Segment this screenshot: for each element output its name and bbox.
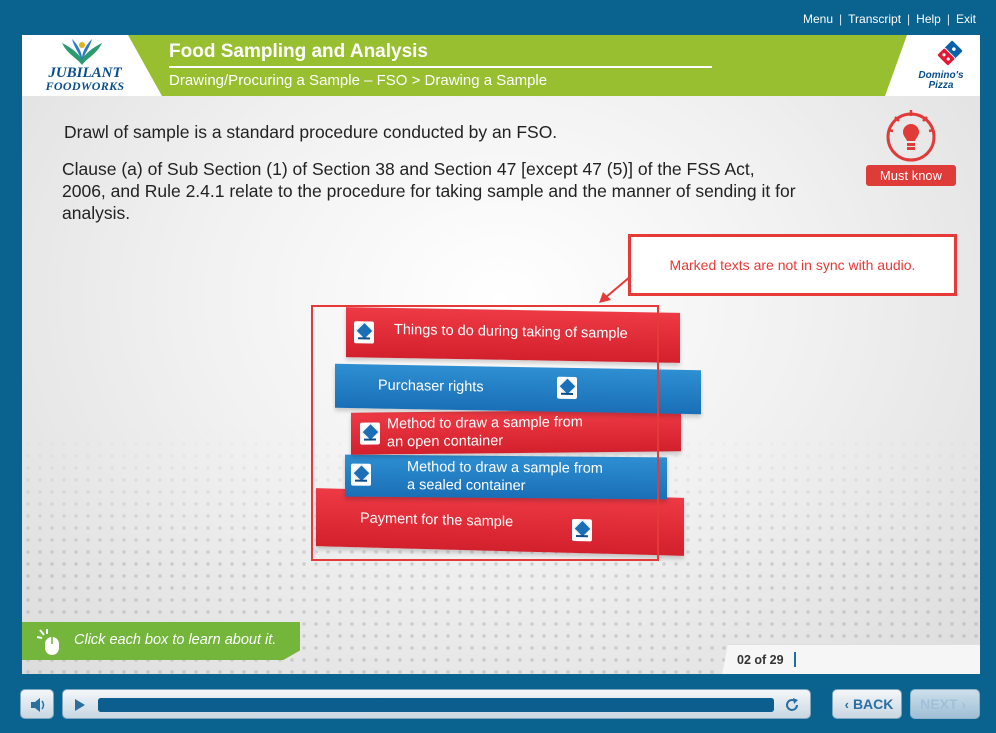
title-divider	[169, 66, 712, 68]
page-indicator: 02 of 29	[722, 644, 980, 674]
course-player-frame: Menu | Transcript | Help | Exit JUBILANT…	[0, 0, 996, 733]
box-label: Payment for the sample	[360, 510, 514, 531]
must-know-label: Must know	[866, 165, 956, 186]
seek-progress-fill	[98, 698, 774, 712]
box-things-to-do[interactable]: Things to do during taking of sample	[346, 307, 680, 363]
help-link[interactable]: Help	[916, 12, 941, 26]
menu-separator: |	[839, 12, 843, 26]
instruction-banner: Click each box to learn about it.	[22, 622, 300, 660]
dominos-tag-icon	[354, 321, 374, 344]
box-label: Purchaser rights	[378, 377, 484, 396]
dominos-logo: Domino's Pizza	[885, 35, 980, 96]
dominos-domino-icon	[936, 39, 964, 67]
dominos-tag-icon	[557, 376, 577, 400]
top-menu: Menu | Transcript | Help | Exit	[803, 12, 976, 26]
menu-separator: |	[946, 12, 950, 26]
breadcrumb: Drawing/Procuring a Sample – FSO > Drawi…	[169, 72, 548, 89]
course-header: JUBILANT FOODWORKS Food Sampling and Ana…	[22, 35, 980, 96]
exit-link[interactable]: Exit	[956, 12, 976, 26]
dominos-tag-icon	[572, 518, 592, 542]
speaker-icon	[31, 698, 45, 712]
dominos-tag-icon	[360, 422, 380, 445]
jubilant-foodworks-logo: JUBILANT FOODWORKS	[22, 35, 162, 96]
player-controls: ‹ BACK NEXT ›	[0, 676, 996, 733]
mouse-click-icon	[36, 629, 59, 655]
chevron-right-icon: ›	[961, 696, 966, 712]
box-purchaser-rights[interactable]: Purchaser rights	[335, 363, 701, 415]
logo-right-line2: Pizza	[928, 80, 954, 91]
slide-content: Drawl of sample is a standard procedure …	[22, 96, 980, 674]
box-label-line2: a sealed container	[407, 477, 526, 495]
back-button[interactable]: ‹ BACK	[832, 689, 902, 719]
intro-paragraph: Drawl of sample is a standard procedure …	[64, 122, 558, 142]
page-indicator-bar	[794, 652, 796, 667]
next-label: NEXT	[920, 696, 958, 712]
logo-left-line2: FOODWORKS	[45, 79, 125, 93]
box-sealed-container[interactable]: Method to draw a sample from a sealed co…	[345, 454, 667, 500]
box-label-line1: Method to draw a sample from	[387, 414, 583, 433]
transcript-link[interactable]: Transcript	[848, 12, 901, 26]
volume-button[interactable]	[20, 689, 54, 719]
box-label-line2: an open container	[387, 433, 504, 451]
menu-link[interactable]: Menu	[803, 12, 833, 26]
chevron-left-icon: ‹	[844, 696, 849, 712]
page-count: 02 of 29	[737, 653, 784, 667]
course-title: Food Sampling and Analysis	[169, 41, 428, 62]
instruction-text: Click each box to learn about it.	[74, 632, 277, 648]
replay-icon[interactable]	[782, 695, 802, 715]
menu-separator: |	[907, 12, 911, 26]
dominos-tag-icon	[351, 463, 371, 486]
clause-paragraph: Clause (a) of Sub Section (1) of Section…	[62, 159, 796, 223]
lightbulb-icon	[886, 110, 936, 162]
box-label-line1: Method to draw a sample from	[407, 459, 603, 477]
box-open-container[interactable]: Method to draw a sample from an open con…	[351, 409, 681, 455]
sync-warning-callout: Marked texts are not in sync with audio.	[628, 234, 957, 296]
callout-arrow-icon	[599, 275, 632, 303]
back-label: BACK	[852, 696, 894, 712]
seek-bar[interactable]	[98, 698, 774, 712]
play-icon	[75, 699, 85, 711]
play-button[interactable]	[62, 689, 95, 719]
jubilant-bird-icon	[62, 39, 102, 65]
seek-track-container	[94, 689, 811, 719]
next-button[interactable]: NEXT ›	[910, 689, 980, 719]
box-label: Things to do during taking of sample	[394, 321, 628, 343]
must-know-button[interactable]: Must know	[866, 108, 956, 188]
